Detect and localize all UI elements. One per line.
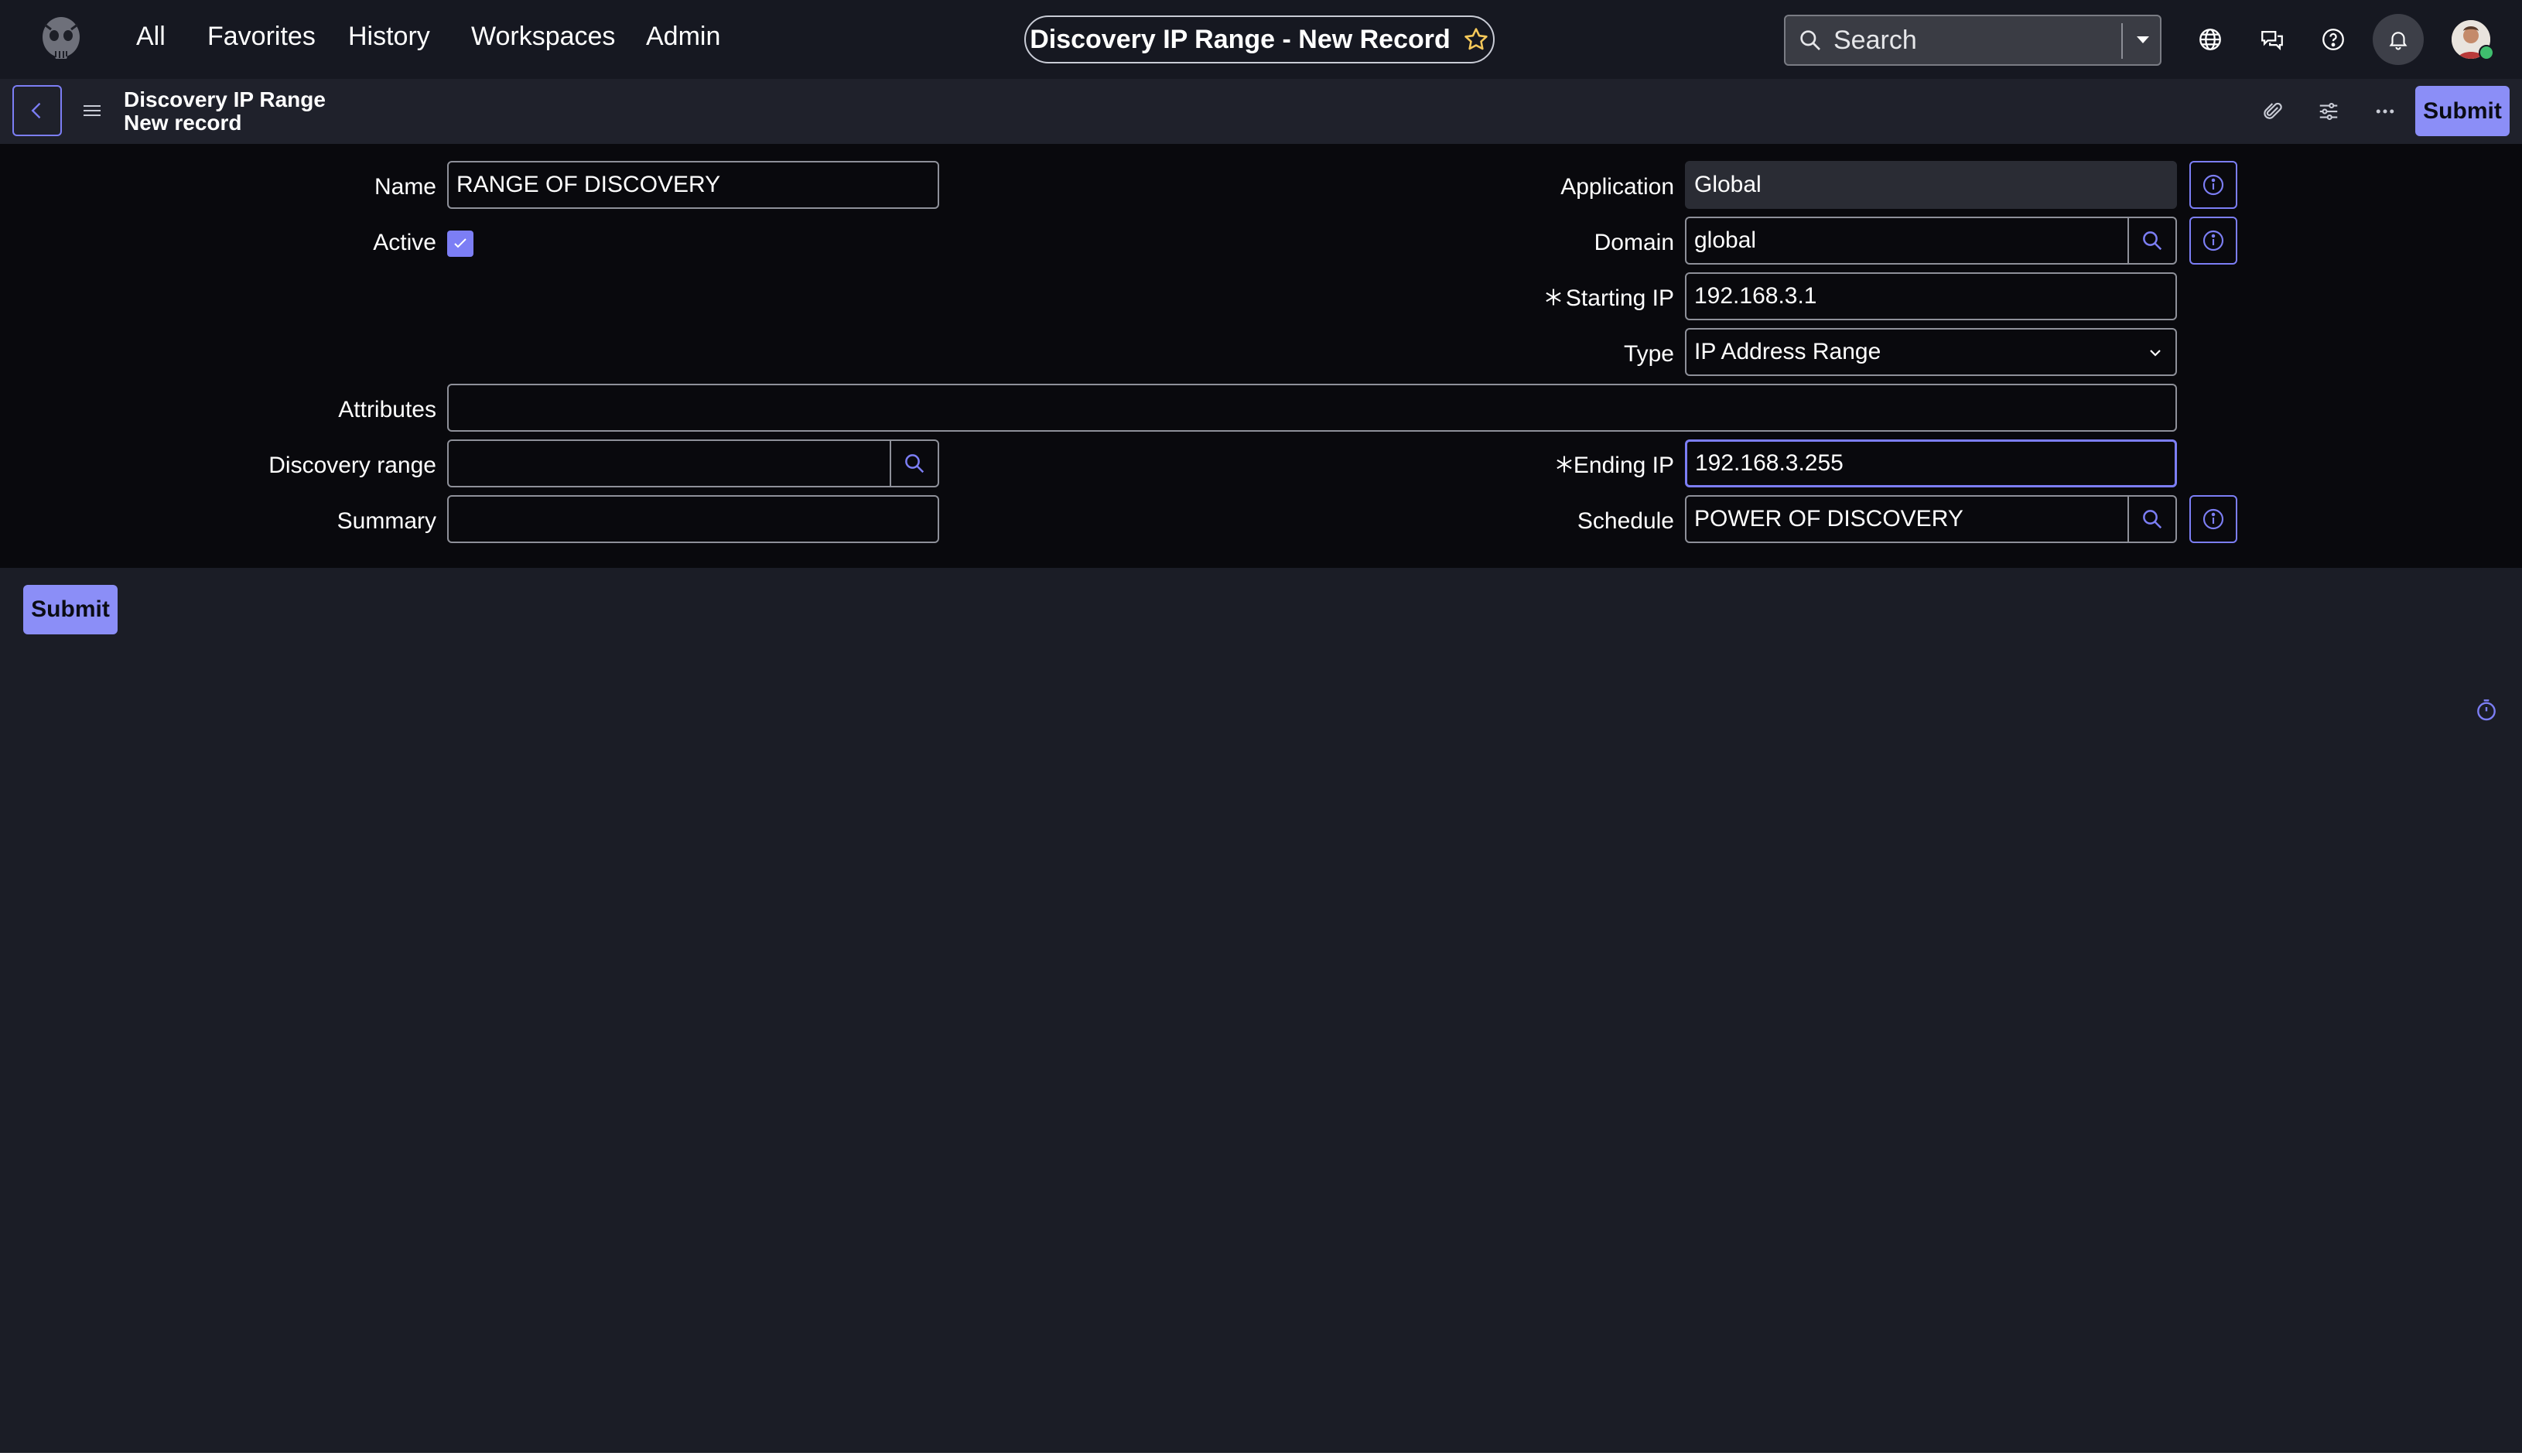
schedule-label: Schedule [1577,508,1674,534]
discovery-range-field[interactable] [447,439,891,487]
required-asterisk-icon [1553,453,1575,479]
application-info-button[interactable] [2189,161,2237,209]
name-label: Name [374,174,436,200]
search-icon [2141,229,2164,252]
bottom-border [0,1453,2522,1456]
submit-button-footer[interactable]: Submit [23,585,118,634]
presence-indicator [2479,45,2494,60]
search-input[interactable]: Search [1833,26,1917,56]
nav-history[interactable]: History [348,22,430,52]
nav-all[interactable]: All [136,22,166,52]
attributes-field[interactable] [447,384,2177,432]
back-icon [26,100,48,121]
breadcrumb-subtitle: New record [124,111,242,135]
page-title-pill: Discovery IP Range - New Record [1024,15,1495,63]
active-label: Active [373,230,436,255]
info-icon [2201,228,2226,253]
domain-label: Domain [1594,230,1674,255]
nav-workspaces[interactable]: Workspaces [471,22,615,52]
help-icon[interactable] [2317,23,2349,56]
ending-ip-field[interactable]: 192.168.3.255 [1685,439,2177,487]
info-icon [2201,507,2226,531]
domain-field[interactable]: global [1685,217,2129,265]
schedule-field[interactable]: POWER OF DISCOVERY [1685,495,2129,543]
menu-icon[interactable] [80,101,104,121]
bell-icon[interactable] [2382,23,2414,56]
record-header [0,79,2522,144]
discovery-range-label: Discovery range [268,453,436,478]
search-icon [903,452,926,475]
domain-lookup-button[interactable] [2127,217,2177,265]
breadcrumb-title: Discovery IP Range [124,87,326,111]
paperclip-icon[interactable] [2257,96,2288,127]
sliders-icon[interactable] [2313,96,2344,127]
chat-icon[interactable] [2256,23,2288,56]
type-select-value: IP Address Range [1694,339,1881,364]
active-checkbox[interactable] [447,231,473,257]
submit-button-header[interactable]: Submit [2415,86,2510,136]
attributes-label: Attributes [338,397,436,422]
required-asterisk-icon [1543,286,1564,312]
application-field: Global [1685,161,2177,209]
type-label: Type [1623,341,1674,367]
info-icon [2201,173,2226,197]
globe-icon[interactable] [2194,23,2226,56]
timer-icon[interactable] [2474,698,2499,723]
more-icon[interactable] [2370,96,2401,127]
summary-label: Summary [337,508,436,534]
schedule-lookup-button[interactable] [2127,495,2177,543]
summary-field[interactable] [447,495,939,543]
page-title: Discovery IP Range - New Record [1030,24,1451,54]
star-icon[interactable] [1463,26,1489,53]
domain-info-button[interactable] [2189,217,2237,265]
discovery-range-lookup-button[interactable] [890,439,939,487]
starting-ip-field[interactable]: 192.168.3.1 [1685,272,2177,320]
logo-icon[interactable] [36,14,87,65]
starting-ip-label: Starting IP [1565,285,1674,311]
chevron-down-icon [2146,343,2165,362]
type-select[interactable]: IP Address Range [1685,328,2177,376]
back-button[interactable] [12,85,62,136]
ending-ip-label: Ending IP [1573,453,1674,478]
search-divider [2121,23,2123,59]
search-icon [2141,508,2164,531]
chevron-down-icon[interactable] [2134,30,2152,49]
search-icon [1798,28,1823,53]
global-search[interactable]: Search [1784,15,2161,66]
schedule-info-button[interactable] [2189,495,2237,543]
nav-admin[interactable]: Admin [646,22,720,52]
nav-favorites[interactable]: Favorites [207,22,316,52]
application-label: Application [1560,174,1674,200]
name-field[interactable]: RANGE OF DISCOVERY [447,161,939,209]
